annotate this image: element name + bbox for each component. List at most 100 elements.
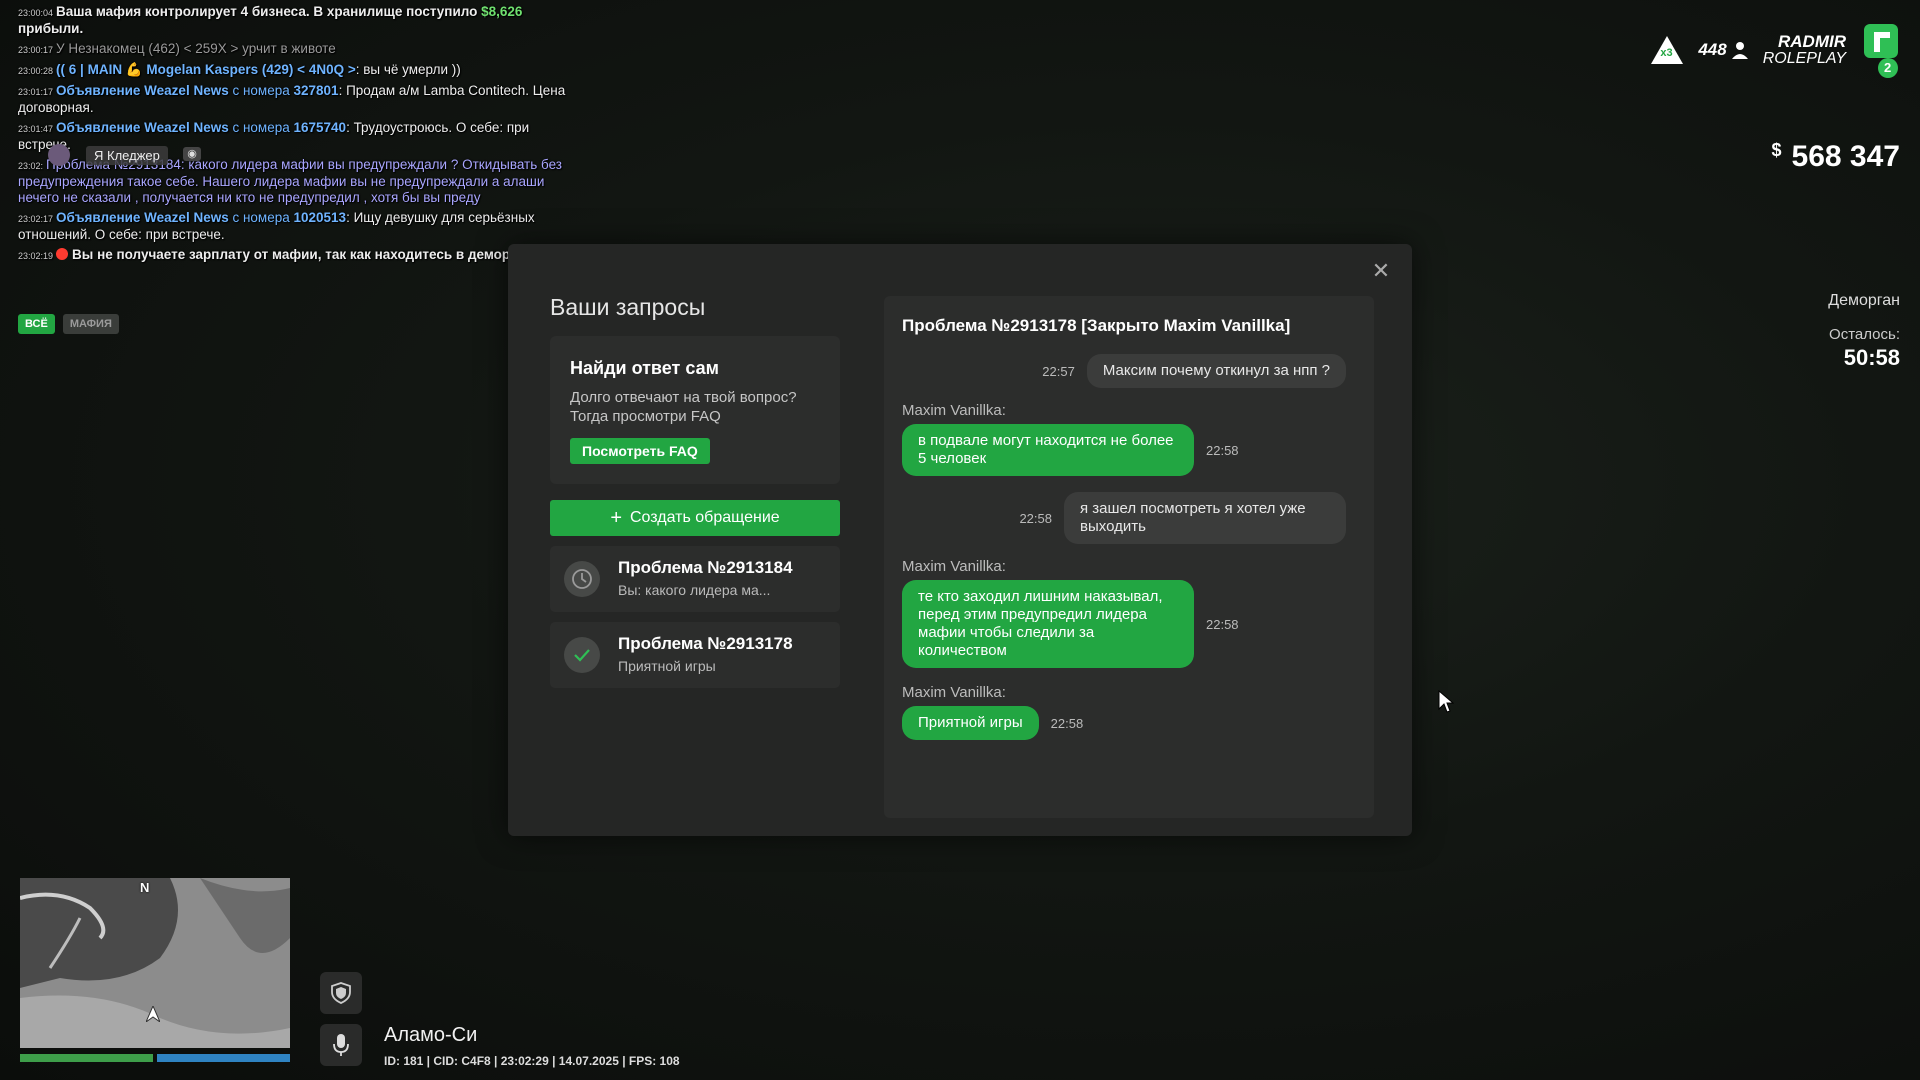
online-count: 448 xyxy=(1698,40,1727,59)
faq-title: Найди ответ сам xyxy=(570,358,719,378)
chat-text: У Незнакомец (462) < 259X > урчит в живо… xyxy=(56,41,336,56)
message-bubble: Приятной игры xyxy=(902,706,1039,740)
chat-text: с номера xyxy=(228,210,294,225)
armor-bar xyxy=(157,1054,290,1062)
shield-button[interactable] xyxy=(320,972,362,1014)
chat-timestamp: 23:02: xyxy=(18,161,44,171)
message-time: 22:58 xyxy=(1050,715,1084,731)
message-author: Maxim Vanillka: xyxy=(902,402,1006,419)
health-armor-bars xyxy=(20,1054,290,1062)
chat-ad-label: Объявление Weazel News xyxy=(56,120,229,135)
currency-symbol: $ xyxy=(1771,140,1782,160)
check-icon xyxy=(564,637,600,673)
microphone-button[interactable] xyxy=(320,1024,362,1066)
plus-icon: + xyxy=(610,507,622,529)
requests-modal: ✕ Ваши запросы Найди ответ сам Долго отв… xyxy=(508,244,1412,836)
message-bubble: те кто заходил лишним наказывал, перед э… xyxy=(902,580,1194,668)
chat-line: 23:00:28(( 6 | MAIN 💪 Mogelan Kaspers (4… xyxy=(18,62,578,79)
create-request-button[interactable]: + Создать обращение xyxy=(550,500,840,536)
close-icon[interactable]: ✕ xyxy=(1370,260,1392,282)
chat-timestamp: 23:01:17 xyxy=(18,87,54,97)
radmir-logo-icon xyxy=(1864,24,1898,78)
chat-line: 23:00:04 Ваша мафия контролирует 4 бизнес… xyxy=(18,4,578,37)
chat-tabs: ВСЁ МАФИЯ xyxy=(18,314,119,334)
chat-line: 23:00:17 У Незнакомец (462) < 259X > урчи… xyxy=(18,41,578,58)
chat-amount: $8,626 xyxy=(481,4,523,19)
create-request-label: Создать обращение xyxy=(630,509,780,526)
users-icon xyxy=(1731,42,1748,59)
money-amount: 568 347 xyxy=(1791,140,1900,173)
chat-sender: (( 6 | MAIN 💪 Mogelan Kaspers (429) < 4N… xyxy=(56,62,356,77)
message-time: 22:58 xyxy=(1206,442,1239,458)
chat-text: с номера xyxy=(228,120,294,135)
mouse-cursor-icon xyxy=(1438,690,1454,713)
brand-line-2: ROLEPLAY xyxy=(1762,50,1846,67)
chat-phone: 1020513 xyxy=(293,210,347,225)
ticket-item[interactable]: Проблема №2913184 Вы: какого лидера ма..… xyxy=(550,546,840,612)
chat-timestamp: 23:02:19 xyxy=(18,251,54,261)
chat-timestamp: 23:01:47 xyxy=(18,124,54,134)
ticket-subtitle: Вы: какого лидера ма... xyxy=(618,582,771,598)
faq-text: Долго отвечают на твой вопрос? Тогда про… xyxy=(570,389,797,425)
chat-phone: 327801 xyxy=(293,83,339,98)
chat-tab-all[interactable]: ВСЁ xyxy=(18,314,55,334)
chat-ad-label: Объявление Weazel News xyxy=(56,210,229,225)
player-arrow-icon xyxy=(146,1006,160,1022)
chat-timestamp: 23:02:17 xyxy=(18,214,54,224)
message-author: Maxim Vanillka: xyxy=(902,558,1006,575)
chat-tab-mafia[interactable]: МАФИЯ xyxy=(62,314,119,334)
message-time: 22:57 xyxy=(1042,363,1075,379)
chat-timestamp: 23:00:04 xyxy=(18,8,54,18)
alert-dot-icon xyxy=(56,248,69,260)
message-outgoing: 22:58 я зашел посмотреть я хотел уже вых… xyxy=(1019,492,1346,544)
chat-phone: 1675740 xyxy=(293,120,347,135)
money-display: $568 347 xyxy=(1772,140,1900,174)
speaker-avatar xyxy=(48,144,70,166)
multiplier-label: x3 xyxy=(1660,47,1673,59)
ticket-title: Проблема №2913184 xyxy=(618,558,793,577)
voice-speaker-tag: Я Кледжер xyxy=(86,146,168,165)
eye-icon[interactable]: ◉ xyxy=(183,147,201,161)
clock-icon xyxy=(564,561,600,597)
chat-line: 23:02:17 Объявление Weazel News с номера … xyxy=(18,210,578,243)
message-incoming: в подвале могут находится не более 5 чел… xyxy=(902,424,1239,476)
demorgan-title: Деморган xyxy=(1828,292,1900,309)
brand-line-1: RADMIR xyxy=(1778,32,1846,51)
chat-line: 23:02:19 Вы не получаете зарплату от мафи… xyxy=(18,247,578,264)
server-logo: 2 xyxy=(1860,20,1902,80)
message-outgoing: 22:57 Максим почему откинул за нпп ? xyxy=(1042,354,1346,388)
map-terrain xyxy=(20,878,290,1048)
server-number: 2 xyxy=(1884,60,1892,75)
chat-timestamp: 23:00:17 xyxy=(18,45,54,55)
conversation-title: Проблема №2913178 [Закрыто Maxim Vanillk… xyxy=(902,316,1291,335)
compass-north-label: N xyxy=(140,880,150,895)
message-bubble: Максим почему откинул за нпп ? xyxy=(1086,354,1346,388)
ticket-subtitle: Приятной игры xyxy=(618,658,716,674)
view-faq-button[interactable]: Посмотреть FAQ xyxy=(570,438,710,464)
conversation-panel: Проблема №2913178 [Закрыто Maxim Vanillk… xyxy=(884,296,1374,818)
message-incoming: те кто заходил лишним наказывал, перед э… xyxy=(902,580,1239,668)
chat-log: 23:00:04 Ваша мафия контролирует 4 бизнес… xyxy=(18,4,578,268)
chat-text: Вы не получаете зарплату от мафии, так к… xyxy=(72,247,543,262)
chat-timestamp: 23:00:28 xyxy=(18,66,54,76)
message-time: 22:58 xyxy=(1206,616,1239,632)
modal-title: Ваши запросы xyxy=(550,294,706,320)
chat-ad-label: Объявление Weazel News xyxy=(56,83,229,98)
demorgan-timer: Деморган Осталось: 50:58 xyxy=(1828,292,1900,371)
chat-text: с номера xyxy=(228,83,294,98)
chat-text: Ваша мафия контролирует 4 бизнеса. В хра… xyxy=(56,4,482,19)
multiplier-badge: x3 xyxy=(1650,35,1684,65)
server-hud: x3 448 RADMIR ROLEPLAY 2 xyxy=(1650,20,1902,80)
ticket-item[interactable]: Проблема №2913178 Приятной игры xyxy=(550,622,840,688)
message-bubble: в подвале могут находится не более 5 чел… xyxy=(902,424,1194,476)
message-author: Maxim Vanillka: xyxy=(902,684,1006,701)
health-bar xyxy=(20,1054,153,1062)
ticket-title: Проблема №2913178 xyxy=(618,634,793,653)
message-time: 22:58 xyxy=(1019,510,1052,526)
brand-logo: RADMIR ROLEPLAY xyxy=(1763,33,1846,67)
faq-card: Найди ответ сам Долго отвечают на твой в… xyxy=(550,336,840,484)
location-name: Аламо-Си xyxy=(384,1024,478,1046)
chat-text: прибыли. xyxy=(18,21,84,36)
chat-line: 23:01:17 Объявление Weazel News с номера … xyxy=(18,83,578,116)
remaining-time: 50:58 xyxy=(1843,345,1900,370)
